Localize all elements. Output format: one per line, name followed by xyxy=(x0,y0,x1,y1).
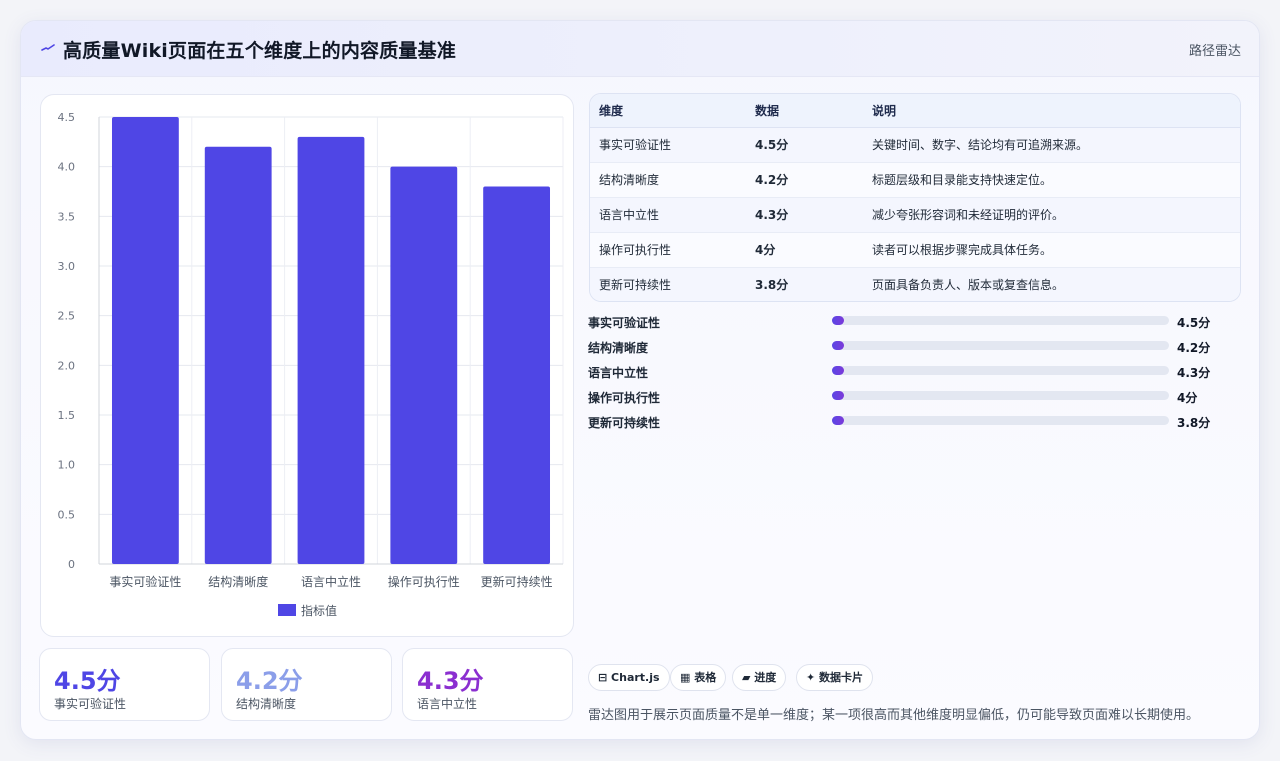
legend-swatch xyxy=(278,604,296,616)
table-cell: 更新可持续性 xyxy=(590,267,746,301)
x-tick-label: 事实可验证性 xyxy=(109,574,181,589)
stat-value: 4.2分 xyxy=(236,667,303,695)
table-cell: 3.8分 xyxy=(746,267,863,301)
x-tick-label: 更新可持续性 xyxy=(481,574,553,589)
chip-progress[interactable]: ▰ 进度 xyxy=(732,664,787,691)
page-title: 高质量Wiki页面在五个维度上的内容质量基准 xyxy=(63,40,457,62)
progress-row: 更新可持续性 3.8分 xyxy=(588,411,1248,436)
progress-value: 3.8分 xyxy=(1177,416,1211,430)
y-tick-label: 1.5 xyxy=(58,409,76,422)
table-cell: 关键时间、数字、结论均有可追溯来源。 xyxy=(863,127,1240,163)
stat-label: 结构清晰度 xyxy=(236,697,297,711)
progress-row: 结构清晰度 4.2分 xyxy=(588,336,1248,361)
pulse-icon xyxy=(41,44,55,51)
progress-track xyxy=(832,316,1169,325)
table-row: 更新可持续性 3.8分 页面具备负责人、版本或复查信息。 xyxy=(590,267,1240,301)
table-cell: 4.5分 xyxy=(746,127,863,163)
chip-data-cards[interactable]: ✦ 数据卡片 xyxy=(796,664,874,691)
table-row: 结构清晰度 4.2分 标题层级和目录能支持快速定位。 xyxy=(590,162,1240,198)
progress-track xyxy=(832,416,1169,425)
table-cell: 4.2分 xyxy=(746,162,863,198)
stat-value: 4.3分 xyxy=(417,667,484,695)
x-tick-label: 结构清晰度 xyxy=(208,574,268,589)
data-table-panel: 维度 数据 说明 事实可验证性 4.5分 关键时间、数字、结论均有可追溯来源。 … xyxy=(589,93,1241,302)
progress-value: 4.3分 xyxy=(1177,366,1211,380)
progress-fill xyxy=(832,366,845,375)
footnote: 雷达图用于展示页面质量不是单一维度；某一项很高而其他维度明显偏低，仍可能导致页面… xyxy=(588,708,1200,723)
table-header-dimension: 维度 xyxy=(590,94,746,128)
progress-track xyxy=(832,341,1169,350)
table-row: 语言中立性 4.3分 减少夸张形容词和未经证明的评价。 xyxy=(590,197,1240,233)
x-tick-label: 语言中立性 xyxy=(301,574,361,589)
main-card: 高质量Wiki页面在五个维度上的内容质量基准 路径雷达 0 0.5 1.0 1.5 2.… xyxy=(20,20,1260,740)
progress-label: 操作可执行性 xyxy=(588,391,661,405)
stat-label: 语言中立性 xyxy=(417,697,478,711)
chip-table[interactable]: ▦ 表格 xyxy=(670,664,727,691)
y-tick-label: 4.0 xyxy=(58,161,76,174)
progress-value: 4.2分 xyxy=(1177,341,1211,355)
page-header: 高质量Wiki页面在五个维度上的内容质量基准 路径雷达 xyxy=(21,21,1259,77)
stat-card-structure: 4.2分 结构清晰度 xyxy=(221,648,392,721)
progress-label: 更新可持续性 xyxy=(588,416,661,430)
y-tick-label: 0 xyxy=(68,558,75,571)
y-tick-label: 0.5 xyxy=(58,508,76,521)
bar xyxy=(390,166,458,564)
progress-track xyxy=(832,391,1169,400)
stat-card-neutrality: 4.3分 语言中立性 xyxy=(402,648,573,721)
y-tick-label: 1.0 xyxy=(58,459,76,472)
progress-label: 语言中立性 xyxy=(588,366,649,380)
y-tick-label: 4.5 xyxy=(58,111,76,124)
progress-fill xyxy=(832,416,845,425)
bar xyxy=(204,146,272,565)
bar-chart-panel: 0 0.5 1.0 1.5 2.0 2.5 3.0 3.5 4.0 4.5 事实可验证性 结构清晰度 语… xyxy=(40,94,574,637)
y-tick-label: 3.0 xyxy=(58,260,76,273)
data-table: 维度 数据 说明 事实可验证性 4.5分 关键时间、数字、结论均有可追溯来源。 … xyxy=(590,94,1240,301)
progress-value: 4.5分 xyxy=(1177,316,1211,330)
progress-row: 语言中立性 4.3分 xyxy=(588,361,1248,386)
table-cell: 读者可以根据步骤完成具体任务。 xyxy=(863,232,1240,268)
table-cell: 4分 xyxy=(746,232,863,268)
table-cell: 页面具备负责人、版本或复查信息。 xyxy=(863,267,1240,301)
legend-label: 指标值 xyxy=(301,603,337,618)
table-row: 事实可验证性 4.5分 关键时间、数字、结论均有可追溯来源。 xyxy=(590,127,1240,163)
table-cell: 语言中立性 xyxy=(590,197,746,233)
table-header-row: 维度 数据 说明 xyxy=(590,94,1240,128)
table-cell: 减少夸张形容词和未经证明的评价。 xyxy=(863,197,1240,233)
stat-card-factual: 4.5分 事实可验证性 xyxy=(39,648,210,721)
bar xyxy=(111,117,179,564)
y-tick-label: 2.5 xyxy=(58,310,76,323)
progress-label: 结构清晰度 xyxy=(588,341,649,355)
chip-chartjs[interactable]: ⊟ Chart.js xyxy=(588,664,670,691)
progress-fill xyxy=(832,316,845,325)
bar xyxy=(483,186,551,564)
table-cell: 标题层级和目录能支持快速定位。 xyxy=(863,162,1240,198)
route-radar-link[interactable]: 路径雷达 xyxy=(1189,40,1241,59)
progress-list: 事实可验证性 4.5分 结构清晰度 4.2分 语言中立性 4.3分 操作可执行性… xyxy=(588,311,1248,436)
progress-label: 事实可验证性 xyxy=(588,316,661,330)
table-cell: 4.3分 xyxy=(746,197,863,233)
progress-value: 4分 xyxy=(1177,391,1198,405)
x-tick-label: 操作可执行性 xyxy=(388,574,460,589)
table-row: 操作可执行性 4分 读者可以根据步骤完成具体任务。 xyxy=(590,232,1240,268)
table-cell: 操作可执行性 xyxy=(590,232,746,268)
stat-label: 事实可验证性 xyxy=(54,697,127,711)
progress-row: 事实可验证性 4.5分 xyxy=(588,311,1248,336)
progress-fill xyxy=(832,391,845,400)
progress-fill xyxy=(832,341,845,350)
progress-row: 操作可执行性 4分 xyxy=(588,386,1248,411)
table-header-data: 数据 xyxy=(746,94,863,128)
bar-chart: 0 0.5 1.0 1.5 2.0 2.5 3.0 3.5 4.0 4.5 事实可验证性 结构清晰度 语… xyxy=(58,111,564,618)
y-tick-label: 3.5 xyxy=(58,210,76,223)
bar xyxy=(297,136,365,564)
stat-value: 4.5分 xyxy=(54,667,121,695)
table-cell: 结构清晰度 xyxy=(590,162,746,198)
progress-track xyxy=(832,366,1169,375)
table-cell: 事实可验证性 xyxy=(590,127,746,163)
table-header-description: 说明 xyxy=(863,94,1240,128)
y-tick-label: 2.0 xyxy=(58,359,76,372)
